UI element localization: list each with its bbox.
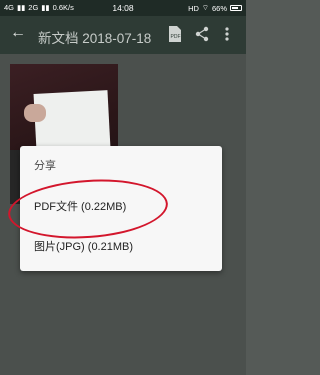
dialog-title: 分享 [34,160,56,172]
battery-percent: 66% [211,3,227,13]
arrow-left-icon[interactable]: ← [10,24,26,42]
share-pdf-option[interactable]: PDF文件 (0.22MB) [34,198,126,214]
status-right: HD ⌔ 66% [188,3,242,13]
svg-text:PDF: PDF [171,34,181,40]
thumbnail-paper [33,90,111,152]
document-title: 新文档 2018-07-18 [38,31,152,46]
share-icon[interactable] [194,25,210,43]
wifi-icon: ⌔ [201,3,209,12]
pdf-file-icon[interactable]: PDF [168,25,184,43]
battery-icon [230,5,242,11]
bottom-bar [0,355,246,375]
share-jpg-option[interactable]: 图片(JPG) (0.21MB) [34,238,133,254]
status-bar: 4G ▮▮ 2G ▮▮ 0.6K/s 14:08 HD ⌔ 66% [0,0,246,16]
app-toolbar: ← 新文档 2018-07-18 PDF [0,16,246,54]
thumbnail-hand [24,104,46,122]
share-dialog: 分享 PDF文件 (0.22MB) 图片(JPG) (0.21MB) [20,146,222,271]
more-vertical-icon[interactable] [222,25,238,43]
hd-label: HD [188,3,199,13]
